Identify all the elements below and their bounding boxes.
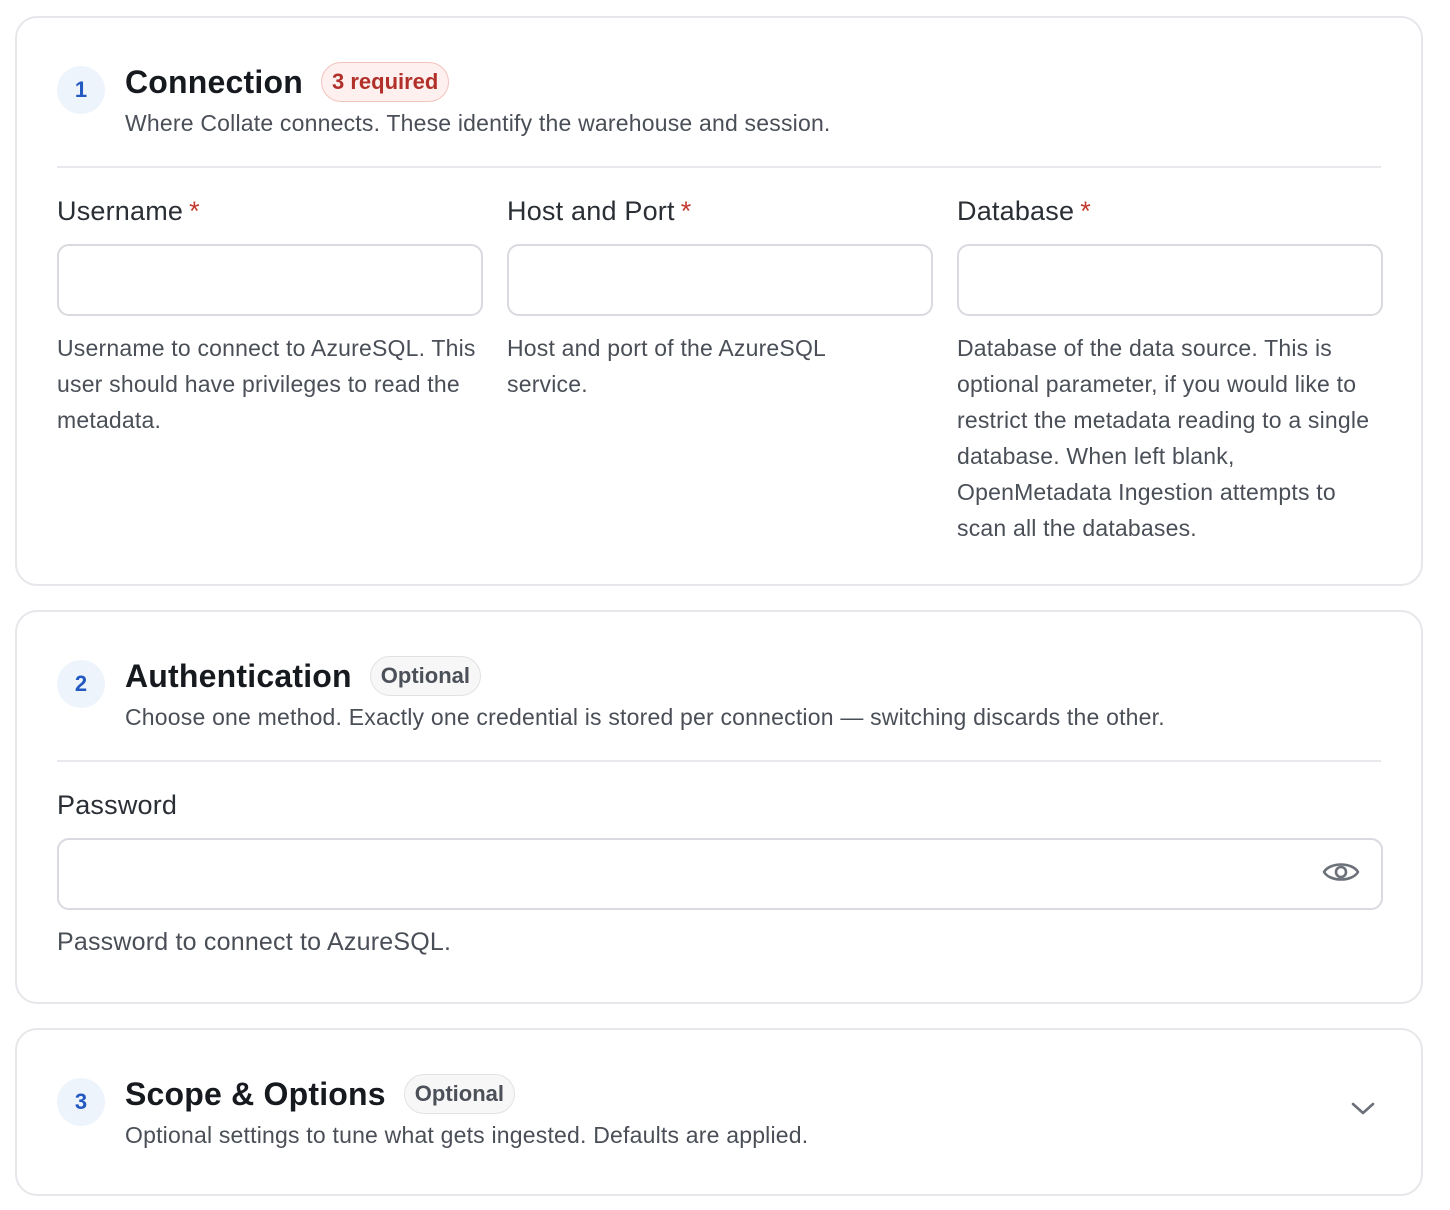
section-subtitle: Where Collate connects. These identify t…: [125, 110, 831, 136]
password-label: Password: [57, 790, 178, 820]
step-number: 2: [57, 660, 105, 708]
authentication-section: 2 Authentication Optional Choose one met…: [15, 610, 1423, 1004]
host-port-help: Host and port of the AzureSQL service.: [507, 335, 826, 397]
required-count-badge: 3 required: [320, 62, 450, 102]
required-asterisk: *: [680, 196, 692, 226]
section-title: Connection: [125, 63, 303, 100]
required-asterisk: *: [189, 196, 200, 226]
host-port-label: Host and Port: [507, 196, 675, 226]
database-input[interactable]: [957, 244, 1383, 316]
database-field: Database * Database of the data source. T…: [957, 196, 1383, 541]
connection-section: 1 Connection 3 required Where Collate co…: [15, 16, 1423, 586]
username-help: Username to connect to AzureSQL. This us…: [57, 335, 476, 433]
eye-icon[interactable]: [1321, 856, 1361, 888]
password-input[interactable]: [57, 838, 1383, 910]
database-label: Database: [957, 196, 1075, 226]
chevron-down-icon[interactable]: [1349, 1094, 1377, 1122]
password-help: Password to connect to AzureSQL.: [57, 928, 452, 956]
password-field: Password Password to connect to AzureSQL…: [57, 790, 1383, 956]
username-input[interactable]: [57, 244, 483, 316]
section-title: Scope & Options: [125, 1075, 386, 1112]
divider: [57, 760, 1381, 762]
optional-badge: Optional: [403, 1074, 516, 1114]
host-port-field: Host and Port * Host and port of the Azur…: [507, 196, 933, 397]
optional-badge: Optional: [369, 656, 482, 696]
required-asterisk: *: [1080, 196, 1091, 226]
host-port-input[interactable]: [507, 244, 933, 316]
section-subtitle: Optional settings to tune what gets inge…: [125, 1122, 809, 1148]
section-subtitle: Choose one method. Exactly one credentia…: [125, 704, 1165, 730]
section-title: Authentication: [125, 657, 352, 694]
database-help: Database of the data source. This is opt…: [957, 335, 1370, 541]
scope-options-section[interactable]: 3 Scope & Options Optional Optional sett…: [15, 1028, 1423, 1196]
username-label: Username: [57, 196, 184, 226]
divider: [57, 166, 1381, 168]
username-field: Username * Username to connect to AzureSQ…: [57, 196, 483, 433]
step-number: 1: [57, 66, 105, 114]
step-number: 3: [57, 1078, 105, 1126]
